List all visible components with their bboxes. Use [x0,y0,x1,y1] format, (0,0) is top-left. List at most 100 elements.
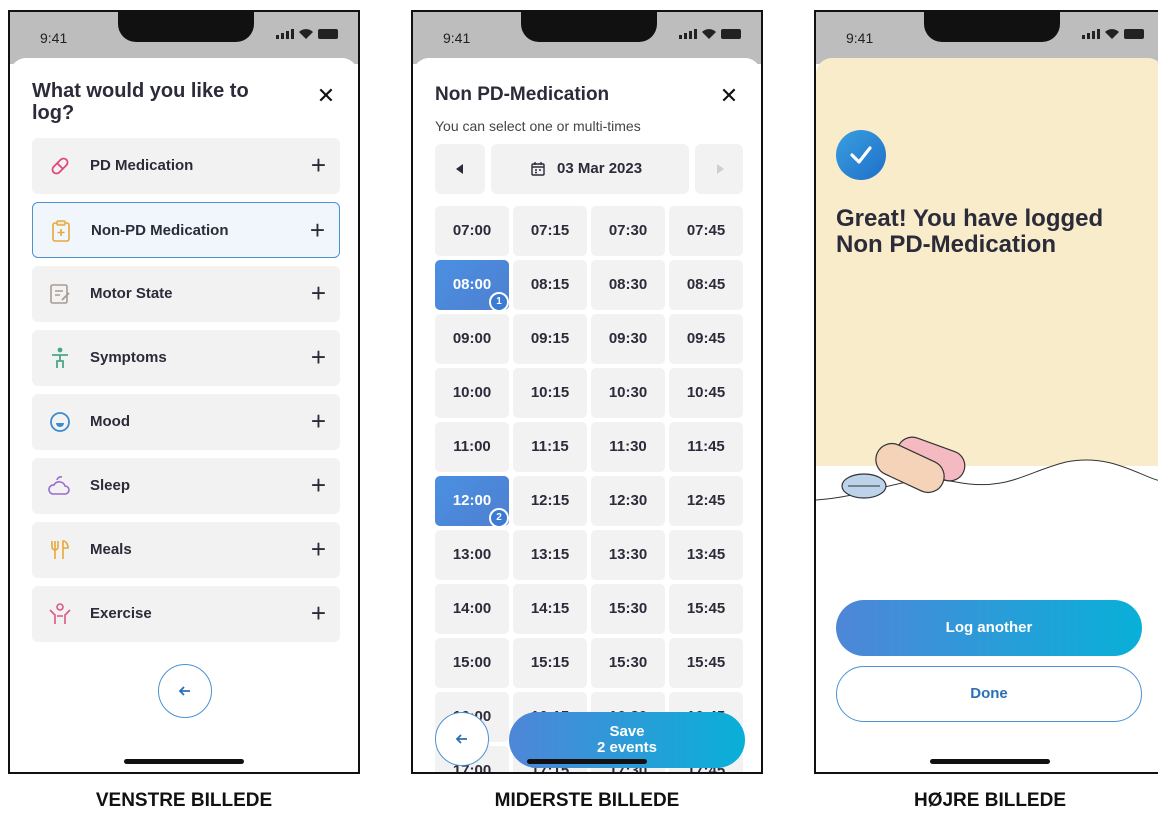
time-slot-label: 12:30 [608,492,648,509]
time-slot-label: 15:15 [530,654,570,671]
category-pd-medication[interactable]: PD Medication + [32,138,340,194]
time-slot-label: 12:00 [452,492,492,509]
time-slot-label: 10:30 [608,384,648,401]
plus-icon[interactable]: + [311,407,326,435]
time-slot[interactable]: 10:45 [669,368,743,418]
home-indicator [527,759,647,764]
save-count: 2 events [596,739,658,756]
plus-icon[interactable]: + [311,343,326,371]
category-sleep[interactable]: Sleep + [32,458,340,514]
cloud-moon-icon [48,476,70,495]
time-slot[interactable]: 09:15 [513,314,587,364]
time-slot[interactable]: 07:45 [669,206,743,256]
time-slot-label: 07:00 [452,222,492,239]
time-slot-label: 12:45 [686,492,726,509]
next-date-button[interactable] [695,144,743,194]
success-check-icon [836,130,886,180]
time-slot[interactable]: 15:45 [669,638,743,688]
time-slot[interactable]: 07:15 [513,206,587,256]
time-slot[interactable]: 12:30 [591,476,665,526]
category-label: Exercise [90,605,152,622]
time-slot[interactable]: 15:15 [513,638,587,688]
subtitle: You can select one or multi-times [435,118,641,134]
time-slot[interactable]: 13:15 [513,530,587,580]
category-motor-state[interactable]: Motor State + [32,266,340,322]
time-slot[interactable]: 09:30 [591,314,665,364]
category-non-pd-medication[interactable]: Non-PD Medication + [32,202,340,258]
caption-right: HØJRE BILLEDE [913,790,1067,811]
clipboard-icon [52,220,70,242]
time-slot[interactable]: 09:00 [435,314,509,364]
done-button[interactable]: Done [836,666,1142,722]
time-slot[interactable]: 09:45 [669,314,743,364]
time-slot[interactable]: 13:00 [435,530,509,580]
time-slot[interactable]: 07:30 [591,206,665,256]
time-slot[interactable]: 11:45 [669,422,743,472]
category-meals[interactable]: Meals + [32,522,340,578]
time-slot-label: 10:45 [686,384,726,401]
time-slot[interactable]: 11:30 [591,422,665,472]
prev-date-button[interactable] [435,144,485,194]
time-slot-label: 15:45 [686,654,726,671]
back-button[interactable] [435,712,489,766]
time-slot[interactable]: 10:15 [513,368,587,418]
plus-icon[interactable]: + [311,471,326,499]
status-bar: 9:41 [10,12,358,64]
close-icon[interactable]: ✕ [719,85,739,107]
time-slot[interactable]: 12:00 2 [435,476,509,528]
category-list: PD Medication + Non-PD Medication + Moto… [32,138,340,650]
time-slot-label: 09:45 [686,330,726,347]
time-slot-label: 10:00 [452,384,492,401]
phone-right: 9:41 Great! You have logged Non PD-Medic… [814,10,1158,774]
time-slot[interactable]: 15:30 [591,584,665,634]
time-slot-label: 09:15 [530,330,570,347]
time-slot[interactable]: 08:15 [513,260,587,310]
category-exercise[interactable]: Exercise + [32,586,340,642]
status-icons [1082,29,1144,39]
time-slot[interactable]: 12:45 [669,476,743,526]
home-indicator [124,759,244,764]
time-slot-label: 08:15 [530,276,570,293]
time-slot[interactable]: 13:30 [591,530,665,580]
status-icons [276,29,338,39]
time-slot[interactable]: 12:15 [513,476,587,526]
caption-middle: MIDERSTE BILLEDE [494,790,680,811]
time-slot[interactable]: 14:00 [435,584,509,634]
status-bar: 9:41 [816,12,1158,64]
time-slot[interactable]: 10:30 [591,368,665,418]
category-mood[interactable]: Mood + [32,394,340,450]
plus-icon[interactable]: + [311,599,326,627]
time-slot[interactable]: 10:00 [435,368,509,418]
time-slot[interactable]: 15:00 [435,638,509,688]
time-slot[interactable]: 15:45 [669,584,743,634]
time-slot[interactable]: 11:15 [513,422,587,472]
time-slot-label: 15:45 [686,600,726,617]
status-icons [679,29,741,39]
date-display[interactable]: 03 Mar 2023 [491,144,689,194]
time-slot[interactable]: 14:15 [513,584,587,634]
calendar-icon [531,162,545,176]
time-slot[interactable]: 11:00 [435,422,509,472]
plus-icon[interactable]: + [311,279,326,307]
log-another-button[interactable]: Log another [836,600,1142,656]
page-title: What would you like to log? [32,80,249,124]
triangle-right-icon [717,164,724,174]
save-label: Save [609,723,645,740]
category-label: PD Medication [90,157,194,174]
wifi-icon [702,29,716,39]
time-slot-label: 08:30 [608,276,648,293]
time-slot[interactable]: 15:30 [591,638,665,688]
back-button[interactable] [158,664,212,718]
plus-icon[interactable]: + [311,535,326,563]
notch [924,12,1060,42]
plus-icon[interactable]: + [310,216,325,244]
selection-count-badge: 1 [489,292,509,312]
time-slot[interactable]: 13:45 [669,530,743,580]
plus-icon[interactable]: + [311,151,326,179]
close-icon[interactable]: ✕ [316,85,336,107]
time-slot[interactable]: 08:45 [669,260,743,310]
time-slot[interactable]: 08:00 1 [435,260,509,312]
category-symptoms[interactable]: Symptoms + [32,330,340,386]
time-slot[interactable]: 08:30 [591,260,665,310]
time-slot[interactable]: 07:00 [435,206,509,256]
